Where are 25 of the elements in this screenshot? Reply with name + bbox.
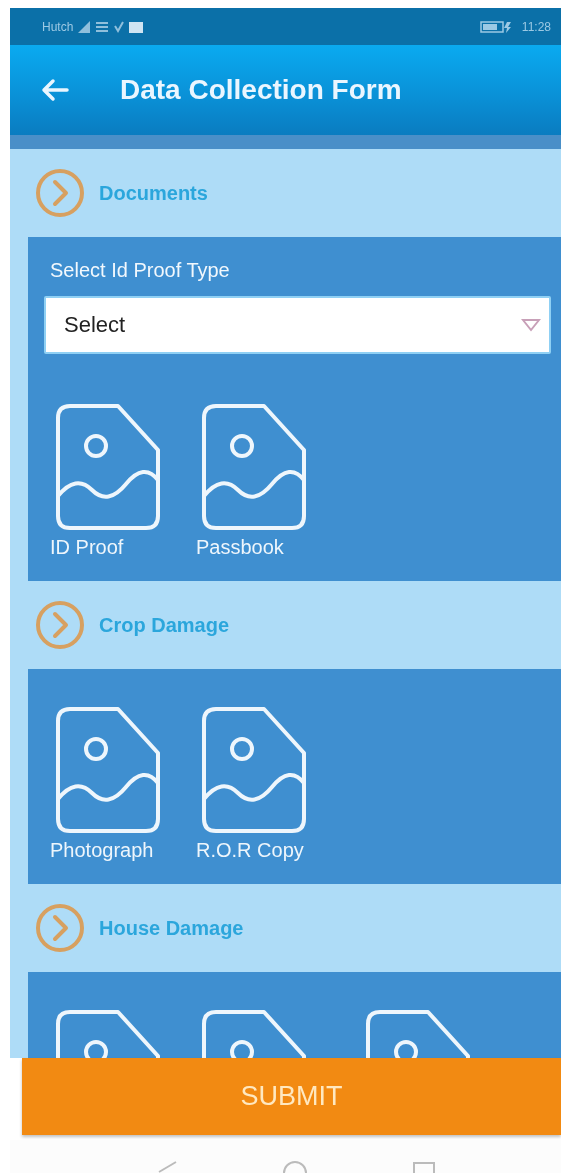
upload-label: R.O.R Copy (196, 839, 304, 862)
check-icon (114, 19, 125, 34)
image-file-icon[interactable] (56, 707, 160, 833)
upload-label: Photograph (50, 839, 154, 862)
chevron-circle-icon (35, 168, 85, 218)
data-icon (95, 19, 110, 34)
image-file-icon[interactable] (202, 404, 306, 530)
dropdown-field[interactable]: Select (44, 296, 551, 354)
back-arrow-icon (41, 78, 69, 102)
upload-label: ID Proof (50, 536, 124, 559)
chevron-circle-icon (35, 600, 85, 650)
upload-label: Passbook (196, 536, 284, 559)
carrier-name: Hutch (42, 19, 74, 34)
field-label: Select Id Proof Type (50, 259, 231, 282)
chevron-circle-icon (35, 903, 85, 953)
image-file-icon[interactable] (202, 707, 306, 833)
image-file-icon[interactable] (56, 404, 160, 530)
screen-title: Data Collection Form (120, 74, 402, 106)
dropdown-triangle-icon (521, 318, 541, 332)
signal-icon (78, 19, 91, 34)
battery-icon (479, 20, 514, 33)
section-title: House Damage (99, 916, 244, 940)
clock-time: 11:28 (521, 19, 551, 34)
section-title: Crop Damage (99, 613, 230, 637)
section-title: Documents (99, 181, 208, 205)
